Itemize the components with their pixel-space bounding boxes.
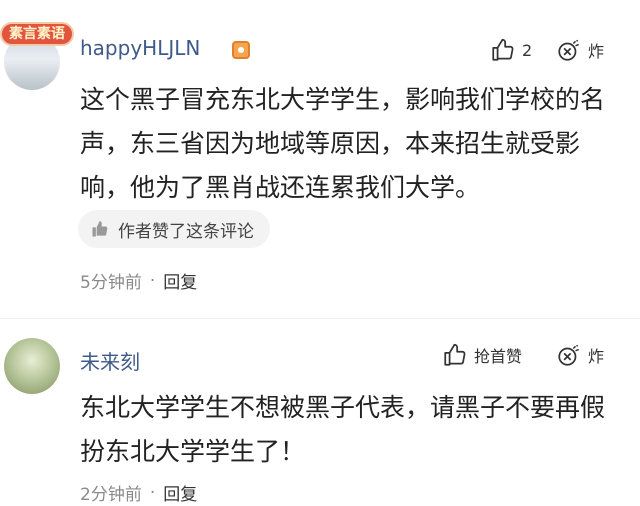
like-count: 2 — [522, 40, 533, 60]
comment-item: 未来刻 抢首赞 炸 东北大学学生不想被黑子代表，请黑子不要再假扮东北大学学生了！… — [0, 320, 640, 506]
avatar[interactable] — [4, 338, 60, 394]
reply-button[interactable]: 回复 — [163, 480, 197, 505]
thumb-up-icon — [492, 38, 514, 61]
avatar-badge-label: 素言素语 — [9, 26, 65, 42]
comment-text: 这个黑子冒充东北大学学生，影响我们学校的名声，东三省因为地域等原因，本来招生就受… — [80, 85, 606, 202]
comment-time: 2分钟前 — [80, 485, 142, 505]
comment-username[interactable]: happyHLJLN — [80, 36, 200, 60]
thumb-up-icon — [444, 343, 466, 366]
bomb-label: 炸 — [588, 42, 605, 61]
level-badge-icon — [232, 41, 250, 59]
author-liked-pill: 作者赞了这条评论 — [78, 210, 270, 248]
like-button[interactable]: 抢首赞 — [442, 342, 522, 368]
bomb-icon — [558, 344, 579, 366]
comment-divider — [0, 318, 640, 319]
comment-username[interactable]: 未来刻 — [80, 346, 140, 375]
like-button[interactable]: 2 — [490, 37, 532, 63]
comment-meta: 2分钟前 · 回复 — [80, 480, 197, 506]
comment-text: 东北大学学生不想被黑子代表，请黑子不要再假扮东北大学学生了！ — [80, 393, 606, 466]
reply-button[interactable]: 回复 — [163, 268, 197, 293]
thumb-up-icon — [92, 221, 108, 237]
bomb-button[interactable]: 炸 — [556, 342, 604, 368]
author-liked-label: 作者赞了这条评论 — [118, 221, 254, 242]
meta-separator: · — [149, 482, 156, 503]
bomb-button[interactable]: 炸 — [556, 37, 604, 63]
avatar-frame-badge: 素言素语 — [0, 22, 74, 46]
bomb-label: 炸 — [588, 347, 605, 366]
comment-meta: 5分钟前 · 回复 — [80, 268, 197, 294]
comment-item: 素言素语 happyHLJLN 2 炸 这个黑子冒充东北大学学生，影响我们学校的… — [0, 0, 640, 310]
bomb-icon — [558, 39, 579, 61]
like-label: 抢首赞 — [474, 347, 523, 366]
comment-time: 5分钟前 — [80, 273, 142, 293]
meta-separator: · — [149, 270, 156, 291]
